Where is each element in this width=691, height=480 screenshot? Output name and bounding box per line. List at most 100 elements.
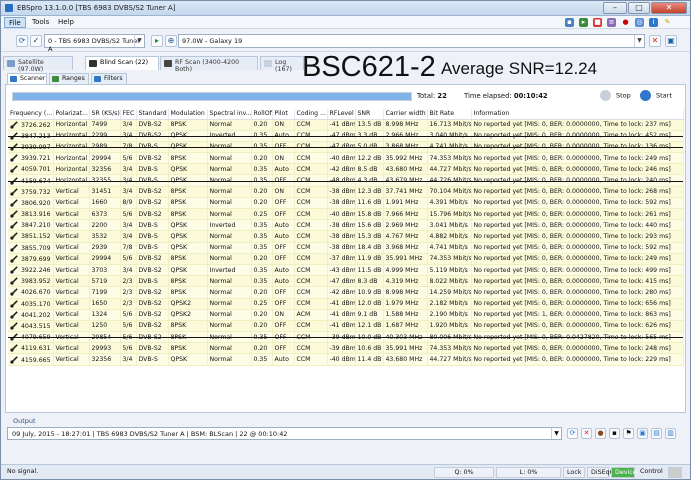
column-header[interactable]: SR (KS/s) bbox=[89, 109, 121, 120]
key-icon[interactable]: ✎ bbox=[663, 18, 672, 27]
log-icon bbox=[264, 60, 272, 67]
table-cell: No reported yet [MIS: 0, BER: 0.0000000,… bbox=[471, 253, 684, 265]
satellite-icon[interactable]: ⊕ bbox=[165, 35, 177, 47]
checkbox-icon[interactable]: ✓ bbox=[30, 35, 42, 47]
save-icon[interactable]: ▣ bbox=[665, 35, 677, 47]
table-row[interactable]: 4159.665 Vertical 32356 3/4 DVB-S QPSK Normal 0… bbox=[8, 353, 684, 366]
output-select[interactable]: 09 July, 2015 - 18:27:01 | TBS 6983 DVBS… bbox=[7, 427, 562, 440]
tab-rf-scan[interactable]: RF Scan (3400-4200 Both) bbox=[160, 56, 258, 73]
maximize-button[interactable]: □ bbox=[628, 2, 650, 14]
table-row[interactable]: 3847.210 Vertical 2200 3/4 DVB-S QPSK Inverted… bbox=[8, 219, 684, 232]
tab-label: Blind Scan (22) bbox=[100, 59, 149, 66]
subtab-scanner[interactable]: Scanner bbox=[7, 73, 47, 84]
column-header[interactable]: Standard bbox=[136, 109, 169, 120]
close-button[interactable]: ✕ bbox=[651, 2, 687, 14]
column-header[interactable]: Frequency (... bbox=[8, 109, 54, 120]
table-row[interactable]: 4119.631 Vertical 29993 5/6 DVB-S2 8PSK Normal… bbox=[8, 342, 684, 355]
refresh-icon[interactable]: ⟳ bbox=[567, 428, 578, 439]
table-cell: No reported yet [MIS: 0, BER: 0.0000000,… bbox=[471, 298, 684, 310]
column-header[interactable]: Pilot bbox=[272, 109, 295, 120]
frequency-value: 4159.665 bbox=[21, 356, 51, 364]
table-cell: 74.353 Mbit/s bbox=[427, 342, 472, 355]
table-row[interactable]: 3983.952 Vertical 5719 2/3 DVB-S 8PSK Normal 0.… bbox=[8, 275, 684, 288]
table-row[interactable]: 3726.262 Horizontal 7499 3/4 DVB-S2 8PSK Norma… bbox=[8, 119, 684, 131]
table-cell: 2939 bbox=[89, 242, 121, 254]
menu-file[interactable]: File bbox=[4, 17, 26, 28]
control-icon[interactable] bbox=[668, 467, 682, 478]
table-row[interactable]: 3759.732 Vertical 31451 3/4 DVB-S2 8PSK Normal… bbox=[8, 186, 684, 198]
play-icon[interactable]: ▸ bbox=[579, 18, 588, 27]
table-row[interactable]: 4043.515 Vertical 1250 5/6 DVB-S2 8PSK Normal 0… bbox=[8, 320, 684, 333]
table-row[interactable]: 3855.709 Vertical 2939 7/8 DVB-S QPSK Normal 0.… bbox=[8, 242, 684, 254]
table-cell: 0.35 bbox=[251, 264, 273, 277]
start-button[interactable]: Start bbox=[640, 90, 672, 101]
table-cell: 0.20 bbox=[251, 342, 273, 355]
save-as-icon[interactable]: ▤ bbox=[651, 428, 662, 439]
total-label: Total: bbox=[417, 92, 436, 100]
table-cell: Vertical bbox=[53, 264, 90, 277]
tab-label: Log (167) bbox=[275, 59, 292, 73]
table-cell: OFF bbox=[272, 253, 295, 265]
table-row[interactable]: 3922.246 Vertical 3703 3/4 DVB-S2 QPSK Inverte… bbox=[8, 264, 684, 277]
column-header[interactable]: Polarizat... bbox=[53, 109, 90, 120]
column-header[interactable]: Carrier width bbox=[383, 109, 428, 120]
chart-icon[interactable]: ≡ bbox=[607, 18, 616, 27]
frequency-cell: 3855.709 bbox=[8, 242, 54, 254]
column-header[interactable]: Coding ... bbox=[294, 109, 328, 120]
device-icon[interactable]: ▪ bbox=[609, 428, 620, 439]
save-icon[interactable]: ▣ bbox=[637, 428, 648, 439]
column-header[interactable]: Information bbox=[471, 109, 684, 120]
satellite-dish-icon bbox=[10, 255, 18, 263]
table-row[interactable]: 3813.916 Vertical 6373 5/6 DVB-S2 8PSK Normal 0… bbox=[8, 208, 684, 221]
table-row[interactable]: 3851.152 Vertical 3532 3/4 DVB-S QPSK Normal 0.… bbox=[8, 230, 684, 243]
column-header[interactable]: Bit Rate bbox=[427, 109, 472, 120]
column-header[interactable]: Modulation bbox=[168, 109, 208, 120]
column-header[interactable]: SNR bbox=[355, 109, 384, 120]
table-cell: No reported yet [MIS: 0, BER: 0.0000000,… bbox=[471, 119, 684, 131]
table-row[interactable]: 4035.170 Vertical 1650 2/3 DVB-S2 QPSK2 Normal… bbox=[8, 298, 684, 310]
column-header[interactable]: Spectral inv... bbox=[207, 109, 252, 120]
column-header[interactable]: RFLevel bbox=[327, 109, 356, 120]
table-row[interactable]: 3879.699 Vertical 29994 5/6 DVB-S2 8PSK Normal… bbox=[8, 253, 684, 265]
frequency-value: 3879.699 bbox=[21, 255, 51, 263]
satellite-select[interactable]: 97.0W - Galaxy 19 ▼ bbox=[178, 34, 645, 48]
subtab-label: Scanner bbox=[20, 75, 46, 82]
device-icon[interactable]: ▪ bbox=[565, 18, 574, 27]
delete-icon[interactable]: ✕ bbox=[581, 428, 592, 439]
export-icon[interactable]: ▥ bbox=[665, 428, 676, 439]
table-row[interactable]: 3939.721 Horizontal 29994 5/6 DVB-S2 8PSK Norm… bbox=[8, 152, 684, 165]
satellite-dish-icon bbox=[10, 210, 18, 218]
subtab-filters[interactable]: Filters bbox=[91, 73, 127, 84]
menu-tools[interactable]: Tools bbox=[28, 17, 53, 28]
minimize-button[interactable]: – bbox=[603, 2, 627, 14]
toolbar: ⟳ ✓ 0 - TBS 6983 DVBS/S2 Tuner A ▼ ▸ ⊕ 9… bbox=[1, 30, 690, 53]
info-icon[interactable]: i bbox=[649, 18, 658, 27]
menu-help[interactable]: Help bbox=[54, 17, 78, 28]
tab-log[interactable]: Log (167) bbox=[260, 56, 304, 73]
table-row[interactable]: 3806.920 Vertical 1660 8/9 DVB-S2 8PSK Normal 0… bbox=[8, 197, 684, 210]
table-cell: DVB-S bbox=[136, 219, 169, 232]
stop-button[interactable]: Stop bbox=[600, 90, 631, 101]
tab-satellite[interactable]: Satellite (97.0W) bbox=[3, 56, 73, 73]
refresh-icon[interactable]: ⟳ bbox=[16, 35, 28, 47]
table-cell: 5/6 bbox=[120, 342, 137, 355]
table-row[interactable]: 4041.202 Vertical 1324 5/6 DVB-S2 QPSK2 Normal… bbox=[8, 309, 684, 321]
signal-icon[interactable]: ▸ bbox=[151, 35, 163, 47]
globe-icon[interactable]: ◎ bbox=[635, 18, 644, 27]
table-row[interactable]: 4059.701 Horizontal 32356 3/4 DVB-S QPSK Norma… bbox=[8, 163, 684, 176]
flag-icon[interactable]: ⚑ bbox=[623, 428, 634, 439]
column-header[interactable]: RollOff bbox=[251, 109, 273, 120]
record-icon[interactable]: ● bbox=[621, 18, 630, 27]
stop-icon[interactable]: ■ bbox=[593, 18, 602, 27]
satellite-dish-icon bbox=[10, 344, 18, 353]
status-bar: No signal. Q: 0% L: 0% Lock DiSEqC Devic… bbox=[1, 464, 690, 479]
tuner-select[interactable]: 0 - TBS 6983 DVBS/S2 Tuner A ▼ bbox=[44, 34, 145, 53]
record-icon[interactable]: ● bbox=[595, 428, 606, 439]
table-row[interactable]: 4026.670 Vertical 7199 2/3 DVB-S2 8PSK Normal 0… bbox=[8, 286, 684, 299]
table-cell: 8.998 MHz bbox=[383, 286, 428, 299]
cancel-icon[interactable]: ✕ bbox=[649, 35, 661, 47]
subtab-ranges[interactable]: Ranges bbox=[49, 73, 89, 84]
column-header[interactable]: FEC bbox=[120, 109, 137, 120]
tab-blind-scan[interactable]: Blind Scan (22) bbox=[85, 56, 159, 70]
table-cell: QPSK bbox=[168, 219, 208, 232]
